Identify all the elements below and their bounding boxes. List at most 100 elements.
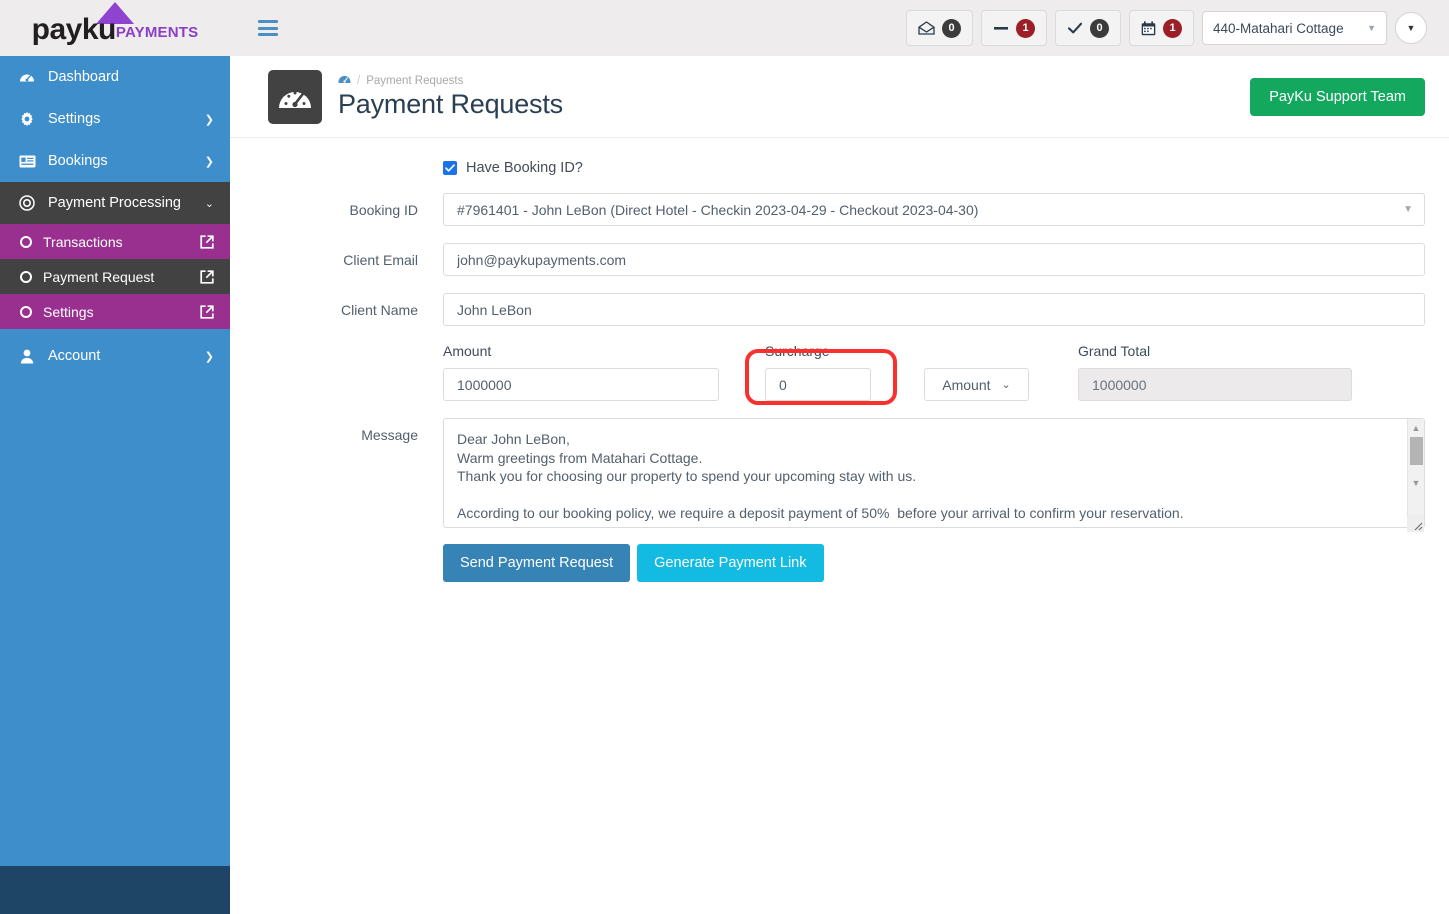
target-icon (16, 195, 38, 211)
chevron-down-icon: ▼ (1406, 23, 1416, 33)
external-link-icon[interactable] (200, 234, 214, 249)
sidebar-item-dashboard[interactable]: Dashboard (0, 56, 230, 98)
check-icon (1067, 21, 1083, 35)
chevron-down-icon: ⌄ (204, 197, 214, 210)
property-select[interactable]: 440-Matahari Cottage ▼ (1202, 11, 1387, 45)
textarea-resize-grip[interactable] (1407, 515, 1424, 532)
sidebar-item-bookings[interactable]: Bookings ❯ (0, 140, 230, 182)
grand-total-input (1078, 368, 1352, 401)
sidebar-item-settings[interactable]: Settings ❯ (0, 98, 230, 140)
speedometer-icon (16, 69, 38, 85)
brand-name: payku (31, 13, 117, 46)
completed-count-badge: 0 (1090, 18, 1109, 38)
page-header-texts: / Payment Requests Payment Requests (338, 73, 563, 120)
message-scrollbar[interactable]: ▲ ▼ (1407, 419, 1424, 527)
minus-icon (993, 21, 1009, 35)
sidebar-subitem-transactions[interactable]: Transactions (0, 224, 230, 259)
id-card-icon (16, 155, 38, 168)
payment-request-form: Have Booking ID? Booking ID #7961401 - J… (230, 138, 1449, 582)
have-booking-id-row: Have Booking ID? (254, 160, 1425, 176)
sidebar-subitem-payment-request[interactable]: Payment Request (0, 259, 230, 294)
booking-id-label: Booking ID (349, 201, 418, 218)
sidebar-subitem-label: Settings (43, 303, 94, 320)
surcharge-type-value: Amount (942, 376, 991, 393)
scroll-up-icon[interactable]: ▲ (1412, 419, 1421, 436)
surcharge-type-group: Amount ⌄ (924, 343, 1029, 401)
circle-icon (20, 270, 32, 283)
completed-stat-button[interactable]: 0 (1055, 10, 1121, 46)
amounts-row: Amount Surcharge Amount ⌄ Grand Total (254, 343, 1425, 401)
client-name-label: Client Name (340, 301, 418, 318)
surcharge-type-select[interactable]: Amount ⌄ (924, 368, 1029, 401)
sidebar-item-label: Settings (48, 111, 101, 127)
client-email-label: Client Email (343, 251, 418, 268)
client-email-input[interactable] (443, 243, 1425, 276)
external-link-icon[interactable] (200, 269, 214, 284)
sidebar-item-label: Dashboard (48, 69, 119, 85)
sidebar-item-label: Account (48, 348, 101, 364)
amount-group: Amount (443, 343, 719, 401)
page-title: Payment Requests (338, 89, 563, 119)
envelope-open-icon (918, 21, 935, 35)
sidebar: Dashboard Settings ❯ Bookings ❯ Payment … (0, 56, 230, 914)
pending-stat-button[interactable]: 1 (981, 10, 1047, 46)
brand-logo[interactable]: paykuPAYMENTS (0, 0, 230, 56)
chevron-right-icon: ❯ (204, 113, 214, 126)
message-textarea[interactable]: Dear John LeBon, Warm greetings from Mat… (443, 418, 1425, 528)
breadcrumb-current: Payment Requests (366, 74, 464, 87)
messages-count-badge: 0 (942, 18, 961, 38)
user-menu-button[interactable]: ▼ (1395, 12, 1427, 44)
send-payment-request-button[interactable]: Send Payment Request (443, 544, 631, 582)
have-booking-id-checkbox[interactable] (443, 161, 457, 175)
support-team-button[interactable]: PayKu Support Team (1250, 77, 1425, 116)
messages-stat-button[interactable]: 0 (906, 10, 973, 46)
sidebar-subitem-label: Payment Request (43, 268, 155, 285)
breadcrumb-home-icon[interactable] (338, 73, 351, 88)
booking-id-row: Booking ID #7961401 - John LeBon (Direct… (254, 193, 1425, 226)
chevron-right-icon: ❯ (204, 350, 214, 363)
topbar-actions: 0 1 0 1 440-Matahari Cottage ▼ ▼ (906, 10, 1449, 46)
gear-icon (16, 111, 38, 127)
client-email-row: Client Email (254, 243, 1425, 276)
surcharge-label: Surcharge (765, 343, 830, 359)
amount-input[interactable] (443, 368, 719, 401)
surcharge-input[interactable] (765, 368, 871, 401)
page-header-speedometer-icon (268, 69, 322, 124)
top-bar: paykuPAYMENTS 0 1 0 1 440-Matahari Cotta… (0, 0, 1449, 56)
breadcrumb-separator: / (357, 74, 361, 87)
message-textarea-wrapper: Dear John LeBon, Warm greetings from Mat… (443, 418, 1425, 533)
calendar-count-badge: 1 (1163, 18, 1182, 38)
grand-total-group: Grand Total (1078, 343, 1352, 401)
sidebar-item-label: Bookings (48, 153, 108, 169)
pending-count-badge: 1 (1016, 18, 1035, 38)
sidebar-item-payment-processing[interactable]: Payment Processing ⌄ (0, 182, 230, 224)
menu-toggle-icon[interactable] (258, 20, 278, 36)
generate-payment-link-button[interactable]: Generate Payment Link (637, 544, 824, 582)
client-name-input[interactable] (443, 293, 1425, 326)
user-icon (16, 349, 38, 364)
chevron-down-icon: ⌄ (1001, 379, 1011, 391)
chevron-down-icon: ▼ (1367, 23, 1376, 33)
circle-icon (20, 305, 32, 318)
chevron-down-icon: ▼ (1403, 204, 1413, 215)
breadcrumb: / Payment Requests (338, 73, 563, 88)
scroll-thumb[interactable] (1409, 437, 1423, 465)
have-booking-id-label: Have Booking ID? (466, 160, 583, 176)
sidebar-subitem-label: Transactions (43, 233, 123, 250)
calendar-stat-button[interactable]: 1 (1129, 10, 1194, 46)
form-actions-row: Send Payment Request Generate Payment Li… (254, 544, 1425, 582)
surcharge-group: Surcharge (765, 343, 915, 401)
message-label: Message (361, 427, 418, 443)
sidebar-item-label: Payment Processing (48, 195, 181, 211)
circle-icon (20, 235, 32, 248)
scroll-down-icon[interactable]: ▼ (1412, 474, 1421, 491)
sidebar-item-account[interactable]: Account ❯ (0, 335, 230, 377)
grand-total-label: Grand Total (1078, 343, 1151, 359)
booking-id-value: #7961401 - John LeBon (Direct Hotel - Ch… (457, 201, 979, 218)
brand-logo-text: paykuPAYMENTS (32, 15, 199, 45)
main-content: / Payment Requests Payment Requests PayK… (230, 56, 1449, 914)
external-link-icon[interactable] (200, 304, 214, 319)
sidebar-subitem-settings[interactable]: Settings (0, 294, 230, 329)
property-select-value: 440-Matahari Cottage (1213, 20, 1344, 36)
booking-id-select[interactable]: #7961401 - John LeBon (Direct Hotel - Ch… (443, 193, 1425, 226)
